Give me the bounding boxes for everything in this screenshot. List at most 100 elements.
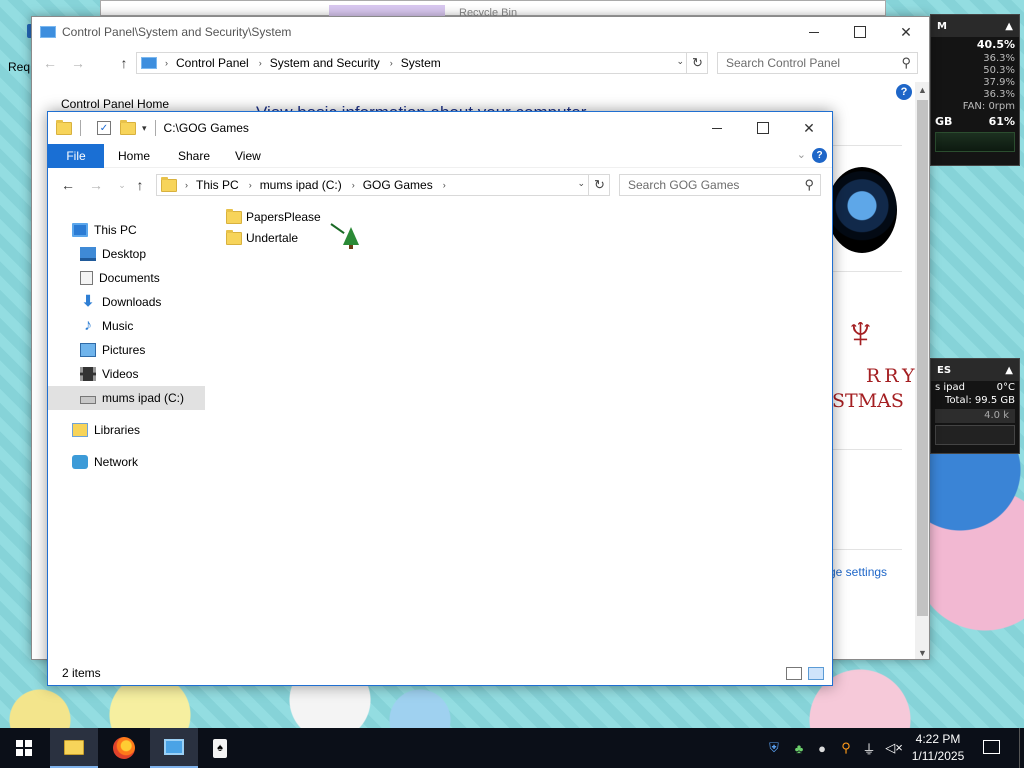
gadget-header: M ▲	[931, 15, 1019, 37]
sidebar-item-pictures[interactable]: Pictures	[48, 338, 205, 362]
sidebar-item-this-pc[interactable]: This PC	[48, 218, 205, 242]
sidebar-item-videos[interactable]: Videos	[48, 362, 205, 386]
maximize-button[interactable]	[740, 112, 786, 144]
breadcrumb-drive[interactable]: mums ipad (C:)	[260, 178, 342, 192]
customize-toolbar-icon[interactable]: ▾	[142, 123, 147, 134]
chevron-right-icon[interactable]: ›	[259, 58, 262, 68]
ribbon: File Home Share View ⌄ ?	[48, 144, 832, 168]
tab-file[interactable]: File	[48, 144, 104, 168]
breadcrumb-this-pc[interactable]: This PC	[196, 178, 239, 192]
sidebar-item-music[interactable]: ♪ Music	[48, 314, 205, 338]
network-people-icon[interactable]: ♣	[791, 740, 807, 756]
folder-icon	[226, 208, 242, 224]
search-icon: ⚲	[901, 55, 911, 70]
title-bar[interactable]: ✓ ▾ C:\GOG Games	[48, 112, 832, 144]
details-view-icon[interactable]	[786, 667, 802, 680]
address-bar[interactable]: › Control Panel › System and Security › …	[136, 52, 689, 74]
up-arrow-icon[interactable]: ↑	[114, 52, 134, 74]
tab-view[interactable]: View	[235, 144, 261, 168]
sidebar-item-label: Downloads	[102, 295, 162, 309]
file-explorer-window[interactable]: ✓ ▾ C:\GOG Games File Home Share View ⌄ …	[47, 111, 833, 686]
sidebar-item-drive[interactable]: mums ipad (C:)	[48, 386, 205, 410]
breadcrumb-system[interactable]: System	[401, 56, 441, 70]
expand-ribbon-icon[interactable]: ⌄	[797, 148, 806, 161]
search-input[interactable]: Search GOG Games ⚲	[619, 174, 821, 196]
change-settings-link[interactable]: ge settings	[829, 565, 887, 579]
divider	[80, 120, 81, 136]
taskbar-firefox[interactable]	[100, 728, 148, 768]
tab-share[interactable]: Share	[178, 144, 210, 168]
gadget-collapse-icon[interactable]: ▲	[1005, 21, 1013, 32]
close-button[interactable]	[786, 112, 832, 144]
new-folder-icon[interactable]	[120, 119, 136, 135]
control-panel-home-link[interactable]: Control Panel Home	[61, 97, 169, 111]
forward-arrow-icon[interactable]: →	[86, 174, 106, 196]
taskbar-solitaire[interactable]: ♠	[196, 728, 244, 768]
usb-icon[interactable]: ⏚	[861, 740, 877, 757]
sidebar-item-network[interactable]: Network	[48, 450, 205, 474]
folder-icon	[226, 229, 242, 245]
start-button[interactable]	[0, 728, 48, 768]
sidebar-item-libraries[interactable]: Libraries	[48, 418, 205, 442]
background-window[interactable]: Recycle Bin	[100, 0, 886, 19]
refresh-button[interactable]: ↻	[686, 52, 708, 74]
drive-total-row: Total: 99.5 GB	[931, 394, 1019, 407]
list-item[interactable]: Undertale	[226, 228, 298, 248]
tab-home[interactable]: Home	[118, 144, 150, 168]
recent-locations-icon[interactable]: ⌄	[112, 174, 132, 196]
drive-graph	[935, 425, 1015, 445]
taskbar-control-panel[interactable]	[150, 728, 198, 768]
refresh-button[interactable]: ↻	[588, 174, 610, 196]
gadget-collapse-icon[interactable]: ▲	[1005, 365, 1013, 376]
up-arrow-icon[interactable]: ↑	[130, 174, 150, 196]
properties-icon[interactable]: ✓	[97, 121, 111, 135]
scroll-thumb[interactable]	[917, 100, 928, 616]
action-center-icon[interactable]	[983, 740, 1000, 754]
search-key-icon[interactable]: ⚲	[838, 740, 854, 756]
chevron-right-icon[interactable]: ›	[390, 58, 393, 68]
breadcrumb-system-security[interactable]: System and Security	[270, 56, 380, 70]
scroll-up-icon[interactable]: ▲	[918, 85, 927, 95]
file-name: Undertale	[246, 231, 299, 245]
help-icon[interactable]: ?	[896, 84, 912, 100]
back-arrow-icon[interactable]: ←	[58, 174, 78, 196]
taskbar-file-explorer[interactable]	[50, 728, 98, 768]
drop-icon[interactable]: ●	[814, 740, 830, 756]
drive-icon	[80, 396, 96, 404]
vertical-scrollbar[interactable]: ▲ ▼	[915, 82, 929, 659]
title-bar[interactable]: Control Panel\System and Security\System	[32, 17, 929, 47]
search-placeholder: Search Control Panel	[726, 56, 841, 70]
volume-muted-icon[interactable]: ◁×	[885, 740, 903, 756]
clock[interactable]: 4:22 PM 1/11/2025	[906, 731, 970, 765]
chevron-right-icon[interactable]: ›	[443, 180, 446, 190]
chevron-right-icon[interactable]: ›	[352, 180, 355, 190]
maximize-button[interactable]	[837, 17, 883, 47]
minimize-button[interactable]	[694, 112, 740, 144]
computer-icon	[72, 223, 88, 237]
back-arrow-icon[interactable]: ←	[40, 52, 60, 74]
chevron-right-icon[interactable]: ›	[165, 58, 168, 68]
sidebar-item-downloads[interactable]: ⬇ Downloads	[48, 290, 205, 314]
chevron-right-icon[interactable]: ›	[185, 180, 188, 190]
breadcrumb-control-panel[interactable]: Control Panel	[176, 56, 249, 70]
show-desktop-button[interactable]	[1019, 728, 1024, 768]
sidebar-item-documents[interactable]: Documents	[48, 266, 205, 290]
address-bar[interactable]: › This PC › mums ipad (C:) › GOG Games ›…	[156, 174, 590, 196]
close-button[interactable]	[883, 17, 929, 47]
sidebar-item-desktop[interactable]: Desktop	[48, 242, 205, 266]
windows-security-icon[interactable]: ⛨	[766, 740, 782, 756]
chevron-down-icon[interactable]: ⌄	[676, 56, 684, 67]
cpu-graph	[935, 132, 1015, 152]
list-item[interactable]: PapersPlease	[226, 207, 321, 227]
minimize-button[interactable]	[791, 17, 837, 47]
large-icons-view-icon[interactable]	[808, 667, 824, 680]
help-icon[interactable]: ?	[812, 148, 827, 163]
chevron-down-icon[interactable]: ⌄	[577, 178, 585, 189]
chevron-right-icon[interactable]: ›	[249, 180, 252, 190]
breadcrumb-gog-games[interactable]: GOG Games	[363, 178, 433, 192]
drive-name: s ipad	[935, 382, 965, 393]
divider	[832, 145, 902, 146]
forward-arrow-icon[interactable]: →	[68, 52, 88, 74]
search-input[interactable]: Search Control Panel ⚲	[717, 52, 918, 74]
scroll-down-icon[interactable]: ▼	[918, 648, 927, 658]
